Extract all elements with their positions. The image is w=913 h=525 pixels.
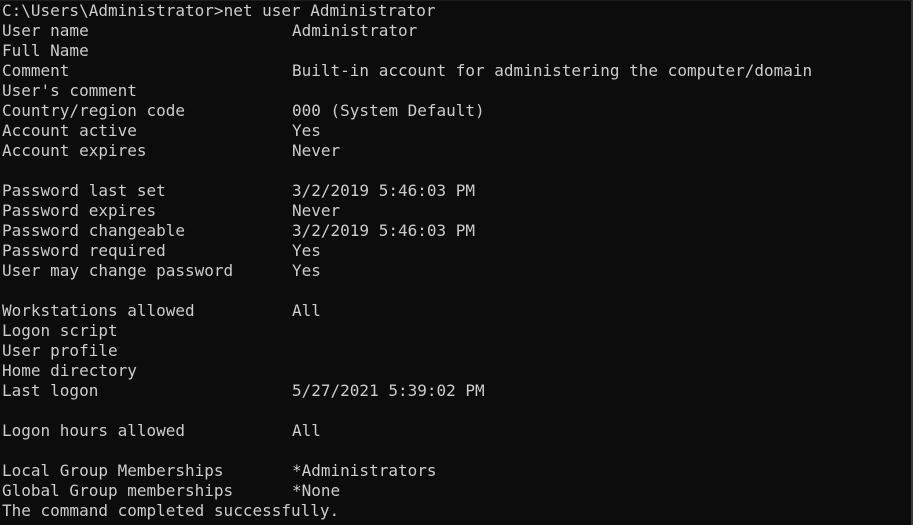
row-key: Comment: [2, 61, 70, 80]
output-row: Logon hours allowed All: [2, 421, 911, 441]
output-row: Password changeable 3/2/2019 5:46:03 PM: [2, 221, 911, 241]
row-value: All: [292, 421, 321, 440]
output-row: Home directory: [2, 361, 911, 381]
output-row: Password last set 3/2/2019 5:46:03 PM: [2, 181, 911, 201]
output-row: Global Group memberships *None: [2, 481, 911, 501]
row-key: Full Name: [2, 41, 89, 60]
output-row: Password expires Never: [2, 201, 911, 221]
output-row: Account expires Never: [2, 141, 911, 161]
row-key: [2, 441, 292, 461]
row-value: Never: [292, 141, 341, 160]
output-row: User may change password Yes: [2, 261, 911, 281]
row-value: 3/2/2019 5:46:03 PM: [292, 221, 476, 240]
row-key: User's comment: [2, 81, 137, 100]
row-key: Logon script: [2, 321, 118, 340]
row-value: Yes: [292, 121, 321, 140]
row-key: Country/region code: [2, 101, 186, 120]
prompt: C:\Users\Administrator>: [2, 1, 224, 20]
row-value: *None: [292, 481, 341, 500]
row-key: Account expires: [2, 141, 147, 160]
output-row: Full Name: [2, 41, 911, 61]
row-value: 3/2/2019 5:46:03 PM: [292, 181, 476, 200]
row-value: All: [292, 301, 321, 320]
row-key: Password expires: [2, 201, 157, 220]
output-row: [2, 401, 911, 421]
row-key: Password required: [2, 241, 166, 260]
row-key: Workstations allowed: [2, 301, 195, 320]
row-key: [2, 281, 292, 301]
output-row: User's comment: [2, 81, 911, 101]
row-key: Password last set: [2, 181, 166, 200]
row-key: Home directory: [2, 361, 137, 380]
row-key: Last logon: [2, 381, 99, 400]
output-row: Country/region code 000 (System Default): [2, 101, 911, 121]
output-row: User profile: [2, 341, 911, 361]
output-row: Account active Yes: [2, 121, 911, 141]
row-key: Local Group Memberships: [2, 461, 224, 480]
row-key: Global Group memberships: [2, 481, 234, 500]
console-window[interactable]: C:\Users\Administrator> net user Administ…: [0, 0, 913, 525]
row-key: Logon hours allowed: [2, 421, 186, 440]
row-key: User name: [2, 21, 89, 40]
row-key: [2, 161, 292, 181]
output-row: [2, 161, 911, 181]
status-line: The command completed successfully.: [2, 501, 911, 521]
row-key: Account active: [2, 121, 137, 140]
row-value: Yes: [292, 261, 321, 280]
row-value: 000 (System Default): [292, 101, 485, 120]
output-row: Last logon 5/27/2021 5:39:02 PM: [2, 381, 911, 401]
status-text: The command completed successfully.: [2, 501, 340, 520]
row-key: User profile: [2, 341, 118, 360]
row-value: Built-in account for administering the c…: [292, 61, 813, 80]
output-row: [2, 281, 911, 301]
output-row: Logon script: [2, 321, 911, 341]
row-value: *Administrators: [292, 461, 437, 480]
row-value: Yes: [292, 241, 321, 260]
output-row: [2, 441, 911, 461]
output-rows: User name Administrator Full Name Comment…: [2, 21, 911, 501]
output-row: Comment Built-in account for administerin…: [2, 61, 911, 81]
row-value: Administrator: [292, 21, 418, 40]
output-row: Workstations allowed All: [2, 301, 911, 321]
row-key: User may change password: [2, 261, 234, 280]
output-row: Password required Yes: [2, 241, 911, 261]
command-text: net user Administrator: [223, 1, 436, 20]
row-value: Never: [292, 201, 341, 220]
command-line: C:\Users\Administrator> net user Administ…: [2, 1, 911, 21]
output-row: User name Administrator: [2, 21, 911, 41]
row-key: Password changeable: [2, 221, 186, 240]
output-row: Local Group Memberships *Administrators: [2, 461, 911, 481]
row-key: [2, 401, 292, 421]
row-value: 5/27/2021 5:39:02 PM: [292, 381, 485, 400]
